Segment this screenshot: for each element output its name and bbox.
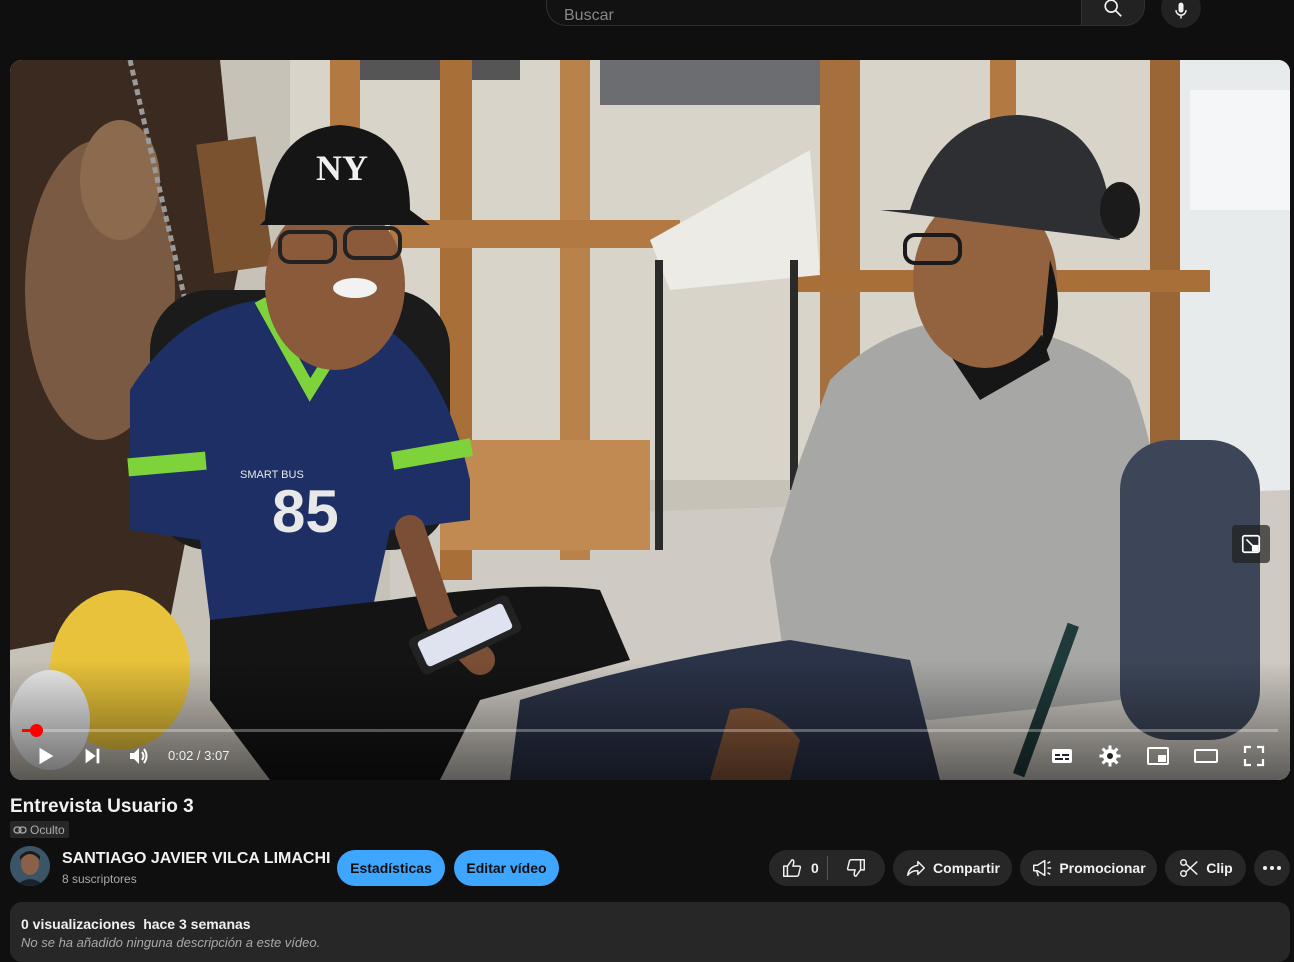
privacy-badge: Oculto	[10, 821, 69, 838]
like-button[interactable]: 0	[769, 850, 827, 886]
video-player[interactable]: 85 SMART BUS NY 0:02 / 3:07	[10, 60, 1290, 780]
jersey-text: SMART BUS	[240, 469, 304, 481]
upload-date: hace 3 semanas	[143, 916, 251, 932]
miniplayer-button[interactable]	[1144, 742, 1172, 770]
next-icon	[85, 748, 100, 764]
voice-search-button[interactable]	[1161, 0, 1201, 28]
clip-label: Clip	[1206, 860, 1233, 876]
svg-text:NY: NY	[316, 148, 368, 188]
video-meta: 0 visualizaciones hace 3 semanas	[21, 916, 251, 932]
share-label: Compartir	[933, 860, 1000, 876]
search-input[interactable]	[562, 6, 1081, 26]
share-button[interactable]: Compartir	[893, 850, 1012, 886]
promote-button[interactable]: Promocionar	[1020, 850, 1157, 886]
share-icon	[907, 860, 926, 877]
miniplayer-icon	[1147, 747, 1169, 765]
theater-icon	[1194, 749, 1218, 763]
clip-button[interactable]: Clip	[1165, 850, 1246, 886]
search-box[interactable]	[546, 0, 1081, 26]
fullscreen-button[interactable]	[1240, 742, 1268, 770]
volume-icon	[130, 748, 148, 764]
time-separator: /	[193, 748, 205, 763]
description-box[interactable]	[10, 902, 1290, 962]
progress-bar[interactable]	[22, 724, 1278, 737]
video-title: Entrevista Usuario 3	[10, 796, 194, 817]
miniplayer-expand-button[interactable]	[1232, 525, 1270, 563]
jersey-number: 85	[272, 478, 339, 545]
fullscreen-icon	[1243, 745, 1265, 767]
avatar-image	[10, 846, 50, 886]
link-icon	[13, 825, 27, 834]
miniplayer-expand-icon	[1241, 534, 1261, 554]
progress-scrubber[interactable]	[29, 724, 43, 737]
promote-icon	[1033, 859, 1052, 877]
volume-button[interactable]	[125, 742, 153, 770]
promote-label: Promocionar	[1059, 860, 1146, 876]
privacy-label: Oculto	[30, 822, 65, 837]
time-display: 0:02 / 3:07	[168, 748, 229, 763]
stats-button[interactable]: Estadísticas	[337, 850, 445, 886]
play-icon	[39, 747, 54, 765]
mic-icon	[1175, 2, 1187, 19]
like-icon	[783, 859, 802, 877]
more-actions-button[interactable]	[1254, 850, 1290, 886]
clip-icon	[1180, 859, 1199, 877]
theater-mode-button[interactable]	[1192, 742, 1220, 770]
dislike-icon	[846, 859, 865, 877]
subscriber-count: 8 suscriptores	[62, 872, 137, 886]
channel-avatar[interactable]	[10, 846, 50, 886]
subtitles-icon	[1052, 749, 1072, 763]
subtitles-button[interactable]	[1048, 742, 1076, 770]
settings-button[interactable]	[1096, 742, 1124, 770]
dislike-button[interactable]	[828, 850, 884, 886]
like-dislike-group: 0	[769, 850, 885, 886]
more-icon	[1263, 866, 1281, 870]
next-button[interactable]	[78, 742, 106, 770]
play-button[interactable]	[31, 742, 59, 770]
view-count: 0 visualizaciones	[21, 916, 136, 932]
search-icon	[1104, 0, 1122, 17]
channel-name[interactable]: SANTIAGO JAVIER VILCA LIMACHI	[62, 850, 330, 868]
time-total: 3:07	[204, 748, 230, 763]
edit-video-button[interactable]: Editar vídeo	[454, 850, 559, 886]
search-button[interactable]	[1081, 0, 1145, 26]
like-count: 0	[811, 860, 819, 876]
time-current: 0:02	[168, 748, 194, 763]
settings-icon	[1099, 745, 1121, 767]
